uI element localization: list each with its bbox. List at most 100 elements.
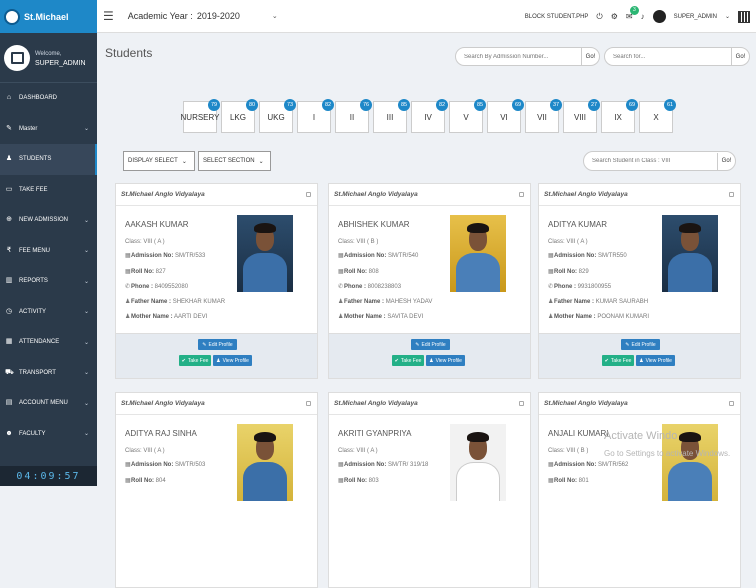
sidebar-item-students[interactable]: ♟ STUDENTS bbox=[0, 144, 97, 175]
class-tab[interactable]: LKG 80 bbox=[221, 99, 258, 133]
sidebar-item-label: DASHBOARD bbox=[19, 95, 58, 102]
edit-profile-button[interactable]: ✎ Edit Profile bbox=[198, 339, 237, 350]
name-search-button[interactable]: Go! bbox=[731, 48, 749, 65]
lock-icon[interactable] bbox=[306, 192, 311, 197]
class-tab[interactable]: NURSERY 79 bbox=[181, 99, 220, 133]
sidebar-item-fee-menu[interactable]: ₹ FEE MENU ⌄ bbox=[0, 236, 97, 267]
edit-profile-button[interactable]: ✎ Edit Profile bbox=[411, 339, 450, 350]
section-select[interactable]: SELECT SECTION ⌄ bbox=[198, 151, 271, 171]
sidebar-item-dashboard[interactable]: ⌂ DASHBOARD bbox=[0, 83, 97, 114]
check-icon: ✔ bbox=[604, 357, 609, 364]
student-class: Class: VIII ( A ) bbox=[125, 448, 165, 454]
check-icon: ✔ bbox=[394, 357, 399, 364]
class-tab[interactable]: II 76 bbox=[335, 99, 372, 133]
sidebar-item-faculty[interactable]: ☻ FACULTY ⌄ bbox=[0, 419, 97, 450]
class-tab-label: V bbox=[463, 112, 469, 122]
lock-icon[interactable] bbox=[519, 401, 524, 406]
bell-icon[interactable]: ♪ bbox=[641, 12, 645, 21]
calculator-icon[interactable] bbox=[738, 10, 750, 23]
sidebar-item-label: FACULTY bbox=[19, 430, 46, 437]
mother-row: ♟Mother Name : SAVITA DEVI bbox=[338, 314, 424, 320]
chevron-down-icon: ⌄ bbox=[258, 158, 264, 165]
class-tab[interactable]: IV 82 bbox=[411, 99, 448, 133]
card-school-name: St.Michael Anglo Vidyalaya bbox=[329, 393, 530, 415]
roll-row: ▦Roll No: 803 bbox=[338, 478, 379, 484]
lock-icon[interactable] bbox=[729, 192, 734, 197]
class-tab-label: III bbox=[386, 112, 394, 122]
admission-search-button[interactable]: Go! bbox=[581, 48, 599, 65]
sidebar-item-transport[interactable]: ⛟ TRANSPORT ⌄ bbox=[0, 358, 97, 389]
mother-row: ♟Mother Name : POONAM KUMARI bbox=[548, 314, 650, 320]
view-profile-button[interactable]: ♟ View Profile bbox=[426, 355, 465, 366]
user-avatar[interactable] bbox=[652, 10, 666, 23]
take-fee-button[interactable]: ✔ Take Fee bbox=[392, 355, 424, 366]
sidebar-item-attendance[interactable]: ▦ ATTENDANCE ⌄ bbox=[0, 327, 97, 358]
activation-watermark-sub: Go to Settings to activate Windows. bbox=[604, 449, 731, 458]
student-class: Class: VIII ( A ) bbox=[125, 239, 165, 245]
user-menu[interactable]: SUPER_ADMIN bbox=[674, 14, 717, 20]
class-tab[interactable]: V 85 bbox=[449, 99, 486, 133]
lock-icon[interactable] bbox=[729, 401, 734, 406]
card-school-name: St.Michael Anglo Vidyalaya bbox=[116, 393, 317, 415]
class-tabs: NURSERY 79 LKG 80 UKG 73 I 82 II 76 III 85 IV 8… bbox=[181, 99, 676, 133]
class-tab-label: X bbox=[653, 112, 659, 122]
class-count-badge: 27 bbox=[588, 99, 600, 111]
father-row: ♟Father Name : KUMAR SAURABH bbox=[548, 299, 649, 305]
view-profile-button[interactable]: ♟ View Profile bbox=[213, 355, 252, 366]
class-tab[interactable]: X 61 bbox=[639, 99, 676, 133]
page-title: Students bbox=[105, 46, 153, 60]
sidebar-item-account-menu[interactable]: ▤ ACCOUNT MENU ⌄ bbox=[0, 388, 97, 419]
sidebar-item-label: NEW ADMISSION bbox=[19, 217, 69, 224]
class-search-button[interactable]: Go! bbox=[717, 152, 735, 170]
lock-icon[interactable] bbox=[306, 401, 311, 406]
sidebar-item-activity[interactable]: ◷ ACTIVITY ⌄ bbox=[0, 297, 97, 328]
view-profile-button[interactable]: ♟ View Profile bbox=[636, 355, 675, 366]
class-tab[interactable]: VII 37 bbox=[525, 99, 562, 133]
menu-toggle-icon[interactable]: ☰ bbox=[103, 9, 114, 23]
sidebar-item-take-fee[interactable]: ▭ TAKE FEE bbox=[0, 175, 97, 206]
academic-year-select[interactable]: 2019-2020 bbox=[197, 11, 240, 21]
profile: Welcome, SUPER_ADMIN bbox=[0, 33, 97, 83]
student-name: ABHISHEK KUMAR bbox=[338, 220, 410, 229]
class-tab[interactable]: IX 69 bbox=[601, 99, 638, 133]
power-icon[interactable]: ⏻ bbox=[596, 12, 602, 22]
admission-row: ▦Admission No: SM/TR/562 bbox=[548, 462, 629, 468]
student-card: St.Michael Anglo Vidyalaya ADITYA KUMAR … bbox=[538, 183, 741, 379]
take-fee-button[interactable]: ✔ Take Fee bbox=[602, 355, 634, 366]
display-select[interactable]: DISPLAY SELECT ⌄ bbox=[123, 151, 195, 171]
brand[interactable]: St.Michael bbox=[0, 0, 97, 33]
take-fee-button[interactable]: ✔ Take Fee bbox=[179, 355, 211, 366]
edit-profile-button[interactable]: ✎ Edit Profile bbox=[621, 339, 660, 350]
check-icon: ✔ bbox=[181, 357, 186, 364]
class-tab-label: VII bbox=[537, 112, 547, 122]
student-photo bbox=[237, 215, 293, 292]
home-icon: ⌂ bbox=[6, 94, 12, 102]
admission-row: ▦Admission No: SM/TR/540 bbox=[338, 253, 419, 259]
sidebar-item-new-admission[interactable]: ⊕ NEW ADMISSION ⌄ bbox=[0, 205, 97, 236]
sidebar-item-reports[interactable]: ▥ REPORTS ⌄ bbox=[0, 266, 97, 297]
notification-icon[interactable]: ✉ 3 bbox=[626, 6, 639, 21]
name-search-input[interactable] bbox=[605, 53, 731, 60]
block-student-link[interactable]: BLOCK STUDENT.PHP bbox=[525, 14, 589, 20]
class-count-badge: 76 bbox=[360, 99, 372, 111]
student-photo bbox=[450, 424, 506, 501]
roll-row: ▦Roll No: 804 bbox=[125, 478, 166, 484]
student-name: ADITYA RAJ SINHA bbox=[125, 429, 197, 438]
chevron-down-icon[interactable]: ⌄ bbox=[272, 12, 278, 20]
class-tab[interactable]: VIII 27 bbox=[563, 99, 600, 133]
class-search-input[interactable] bbox=[584, 158, 717, 164]
class-tab[interactable]: VI 69 bbox=[487, 99, 524, 133]
class-tab[interactable]: I 82 bbox=[297, 99, 334, 133]
gear-icon[interactable]: ⚙ bbox=[611, 12, 618, 21]
phone-row: ✆Phone : 8409552080 bbox=[125, 284, 189, 290]
lock-icon[interactable] bbox=[519, 192, 524, 197]
sidebar-item-master[interactable]: ✎ Master ⌄ bbox=[0, 114, 97, 145]
student-card: St.Michael Anglo Vidyalaya AAKASH KUMAR … bbox=[115, 183, 318, 379]
chevron-down-icon[interactable]: ⌄ bbox=[725, 13, 730, 20]
admission-search-input[interactable] bbox=[456, 53, 581, 60]
class-tab[interactable]: III 85 bbox=[373, 99, 410, 133]
chevron-down-icon: ⌄ bbox=[83, 278, 89, 285]
topbar-actions: BLOCK STUDENT.PHP ⏻ ⚙ ✉ 3 ♪ SUPER_ADMIN ⌄ bbox=[525, 0, 750, 33]
digital-clock: 04:09:57 bbox=[0, 466, 97, 486]
class-tab[interactable]: UKG 73 bbox=[259, 99, 296, 133]
